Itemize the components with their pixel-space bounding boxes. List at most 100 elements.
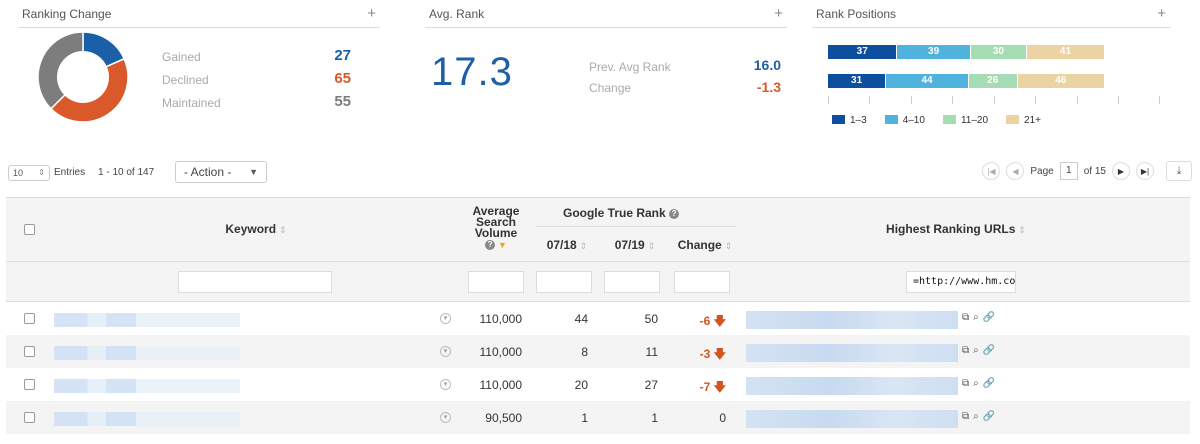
- expand-icon[interactable]: ▾: [440, 379, 451, 390]
- url-actions: ⧉⌕🔗: [962, 411, 999, 422]
- expand-icon[interactable]: ▾: [440, 346, 451, 357]
- rank-segment-21+[interactable]: 41: [1027, 45, 1104, 59]
- avg-rank-value: 17.3: [431, 50, 513, 94]
- rank-segment-1–3[interactable]: 37: [828, 45, 898, 59]
- highest-ranking-urls-header[interactable]: Highest Ranking URLs ⇕: [866, 222, 1046, 236]
- expand-icon[interactable]: ▾: [440, 412, 451, 423]
- search-icon[interactable]: ⌕: [973, 312, 983, 323]
- arrow-down-icon: 🡇: [713, 314, 726, 328]
- url-redacted[interactable]: [746, 344, 958, 362]
- ranking-change-donut: [38, 32, 128, 122]
- search-icon[interactable]: ⌕: [973, 345, 983, 356]
- add-icon[interactable]: +: [1157, 6, 1166, 21]
- ranking-change-title: Ranking Change: [22, 6, 112, 21]
- sort-icon: ⇕: [647, 241, 656, 251]
- declined-label: Declined: [162, 73, 209, 87]
- volume-filter-input[interactable]: [468, 271, 524, 293]
- entries-select[interactable]: 10 ⇕: [8, 165, 50, 181]
- rank-0718-filter-input[interactable]: [536, 271, 592, 293]
- table-toolbar: 10 ⇕ Entries 1 - 10 of 147 - Action - ▼ …: [8, 160, 1192, 184]
- last-page-icon[interactable]: ▶|: [1136, 162, 1154, 180]
- rank-segment-4–10[interactable]: 39: [897, 45, 971, 59]
- prev-page-icon[interactable]: ◀: [1006, 162, 1025, 180]
- keyword-redacted[interactable]: [54, 379, 240, 393]
- ranking-change-panel: Ranking Change + Gained Declined Maintai…: [18, 0, 380, 140]
- link-icon[interactable]: 🔗: [983, 378, 999, 389]
- change-header[interactable]: Change ⇕: [674, 238, 736, 252]
- rank-positions-axis: [828, 96, 1160, 106]
- ranking-change-header: Ranking Change +: [18, 0, 380, 28]
- rank-change: -6 🡇: [699, 314, 726, 328]
- table-row[interactable]: ▾ 110,000 8 11 -3 🡇 ⧉⌕🔗: [6, 335, 1190, 368]
- legend-item-21-plus[interactable]: 21+: [1006, 115, 1041, 126]
- search-volume: 110,000: [479, 345, 523, 359]
- keyword-redacted[interactable]: [54, 346, 240, 360]
- change-filter-input[interactable]: [674, 271, 730, 293]
- rank-segment-1–3[interactable]: 31: [828, 74, 887, 88]
- next-page-icon[interactable]: ▶: [1112, 162, 1130, 180]
- legend-item-11-20[interactable]: 11–20: [942, 115, 988, 126]
- select-all-checkbox[interactable]: [24, 224, 35, 235]
- avg-search-volume-header[interactable]: Average Search Volume? ▼: [468, 205, 524, 251]
- rank-0718: 44: [574, 312, 588, 326]
- legend-item-1-3[interactable]: 1–3: [832, 115, 867, 126]
- legend-item-4-10[interactable]: 4–10: [884, 115, 925, 126]
- open-window-icon[interactable]: ⧉: [962, 345, 973, 356]
- add-icon[interactable]: +: [367, 6, 376, 21]
- add-icon[interactable]: +: [774, 6, 783, 21]
- gained-label: Gained: [162, 50, 201, 64]
- search-icon[interactable]: ⌕: [973, 411, 983, 422]
- rank-0719: 11: [645, 345, 658, 359]
- rank-segment-21+[interactable]: 46: [1017, 74, 1104, 88]
- row-checkbox[interactable]: [24, 346, 35, 357]
- keyword-redacted[interactable]: [54, 412, 240, 426]
- date-0718-header[interactable]: 07/18 ⇕: [538, 238, 596, 252]
- row-checkbox[interactable]: [24, 313, 35, 324]
- open-window-icon[interactable]: ⧉: [962, 378, 973, 389]
- link-icon[interactable]: 🔗: [983, 411, 999, 422]
- table-row[interactable]: ▾ 110,000 44 50 -6 🡇 ⧉⌕🔗: [6, 302, 1190, 335]
- search-volume: 110,000: [479, 378, 523, 392]
- change-value: -1.3: [756, 79, 781, 95]
- url-actions: ⧉⌕🔗: [962, 312, 999, 323]
- rank-segment-11–20[interactable]: 26: [968, 74, 1018, 88]
- page-input[interactable]: 1: [1059, 162, 1078, 180]
- declined-value: 65: [334, 70, 351, 87]
- caret-down-icon: ▼: [249, 167, 258, 177]
- link-icon[interactable]: 🔗: [983, 345, 999, 356]
- avg-rank-title: Avg. Rank: [429, 6, 485, 21]
- sort-icon: ⇕: [579, 241, 588, 251]
- download-icon[interactable]: ⤓: [1166, 161, 1192, 181]
- row-checkbox[interactable]: [24, 379, 35, 390]
- rank-positions-title: Rank Positions: [816, 6, 897, 21]
- rank-segment-4–10[interactable]: 44: [886, 74, 969, 88]
- keyword-filter-input[interactable]: [178, 271, 332, 293]
- url-redacted[interactable]: [746, 377, 958, 395]
- keyword-header[interactable]: Keyword ⇕: [216, 222, 296, 236]
- search-icon[interactable]: ⌕: [973, 378, 983, 389]
- rank-0719: 50: [644, 312, 658, 326]
- open-window-icon[interactable]: ⧉: [962, 312, 973, 323]
- expand-icon[interactable]: ▾: [440, 313, 451, 324]
- rank-0719: 1: [651, 411, 658, 425]
- rank-0719-filter-input[interactable]: [604, 271, 660, 293]
- rank-change: -7 🡇: [699, 380, 726, 394]
- date-0719-header[interactable]: 07/19 ⇕: [606, 238, 664, 252]
- first-page-icon[interactable]: |◀: [982, 162, 1001, 180]
- url-actions: ⧉⌕🔗: [962, 378, 999, 389]
- row-checkbox[interactable]: [24, 412, 35, 423]
- action-select[interactable]: - Action - ▼: [175, 161, 267, 183]
- table-row[interactable]: ▾ 90,500 1 1 0 ⧉⌕🔗: [6, 401, 1190, 434]
- keyword-redacted[interactable]: [54, 313, 240, 327]
- up-down-icon: ⇕: [38, 168, 45, 177]
- open-window-icon[interactable]: ⧉: [962, 411, 973, 422]
- url-redacted[interactable]: [746, 311, 958, 329]
- rank-segment-11–20[interactable]: 30: [970, 45, 1027, 59]
- rank-0719: 27: [644, 378, 658, 392]
- table-row[interactable]: ▾ 110,000 20 27 -7 🡇 ⧉⌕🔗: [6, 368, 1190, 401]
- link-icon[interactable]: 🔗: [983, 312, 999, 323]
- help-icon[interactable]: ?: [669, 209, 680, 219]
- url-filter-input[interactable]: =http://www.hm.co: [906, 271, 1016, 293]
- rank-positions-bar-0718: 37 39 30 41: [828, 45, 1104, 59]
- url-redacted[interactable]: [746, 410, 958, 428]
